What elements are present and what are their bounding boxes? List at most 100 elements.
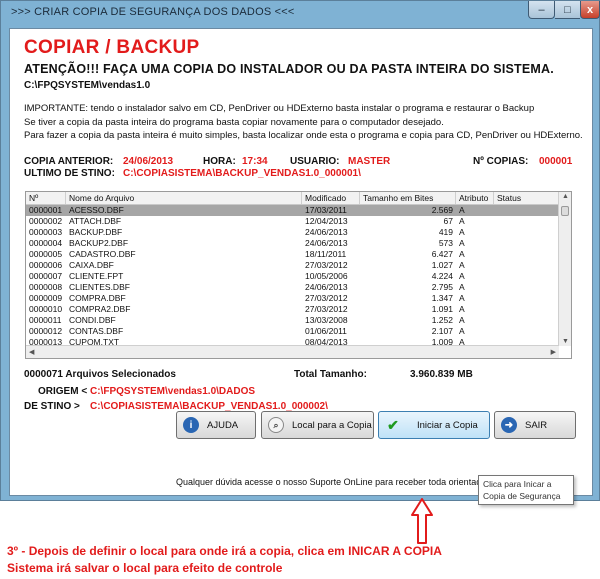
column-number[interactable]: Nº: [26, 192, 66, 204]
maximize-button[interactable]: □: [555, 1, 580, 19]
cell-size: 1.252: [431, 315, 453, 325]
cell-size: 2.795: [431, 282, 453, 292]
cell-attribute: A: [459, 293, 465, 303]
cell-status: [494, 238, 559, 249]
help-button-label: AJUDA: [207, 419, 239, 431]
last-copy-date: 24/06/2013: [123, 156, 174, 167]
info-icon: i: [183, 417, 199, 433]
cell-filename: CADASTRO.DBF: [69, 249, 136, 259]
vertical-scrollbar[interactable]: ▲ ▼: [558, 192, 571, 346]
cell-attribute: A: [459, 260, 465, 270]
cell-attribute: A: [459, 282, 465, 292]
scroll-down-icon[interactable]: ▼: [562, 338, 569, 345]
column-filename[interactable]: Nome do Arquivo: [66, 192, 302, 204]
column-size[interactable]: Tamanho em Bites: [360, 192, 456, 204]
table-row[interactable]: 0000002 ATTACH.DBF 12/04/2013 67 A: [26, 216, 559, 227]
table-row[interactable]: 0000010 COMPRA2.DBF 27/03/2012 1.091 A: [26, 304, 559, 315]
cell-modified: 27/03/2012: [305, 293, 348, 303]
last-copy-time: 17:34: [242, 156, 268, 167]
cell-modified: 01/06/2011: [305, 326, 347, 336]
cell-number: 0000002: [29, 216, 63, 226]
annotation-step-3: 3º - Depois de definir o local para onde…: [7, 544, 442, 558]
scroll-left-icon[interactable]: ◀: [29, 348, 34, 356]
horizontal-scrollbar[interactable]: ◀ ▶: [26, 345, 559, 358]
cell-status: [494, 326, 559, 337]
cell-filename: COMPRA.DBF: [69, 293, 126, 303]
start-copy-button[interactable]: ✔ Iniciar a Copia: [378, 411, 490, 439]
title-bar[interactable]: >>> CRIAR COPIA DE SEGURANÇA DOS DADOS <…: [1, 1, 600, 23]
column-modified[interactable]: Modificado: [302, 192, 360, 204]
cell-attribute: A: [459, 304, 465, 314]
copy-count: 000001: [539, 156, 573, 167]
page-title: COPIAR / BACKUP: [24, 37, 200, 58]
files-table[interactable]: Nº Nome do Arquivo Modificado Tamanho em…: [25, 191, 572, 359]
table-row[interactable]: 0000006 CAIXA.DBF 27/03/2012 1.027 A: [26, 260, 559, 271]
cell-status: [494, 216, 559, 227]
cell-status: [494, 260, 559, 271]
cell-size: 419: [438, 227, 453, 237]
table-row[interactable]: 0000004 BACKUP2.DBF 24/06/2013 573 A: [26, 238, 559, 249]
table-row[interactable]: 0000009 COMPRA.DBF 27/03/2012 1.347 A: [26, 293, 559, 304]
cell-filename: CONDI.DBF: [69, 315, 116, 325]
cell-modified: 10/05/2006: [305, 271, 348, 281]
table-row[interactable]: 0000005 CADASTRO.DBF 18/11/2011 6.427 A: [26, 249, 559, 260]
cell-status: [494, 293, 559, 304]
close-button[interactable]: x: [580, 1, 600, 19]
cell-size: 4.224: [431, 271, 453, 281]
cell-number: 0000006: [29, 260, 63, 270]
origin-label: ORIGEM <: [38, 386, 88, 397]
total-size-label: Total Tamanho:: [294, 369, 367, 380]
scroll-up-icon[interactable]: ▲: [562, 193, 569, 200]
table-row[interactable]: 0000008 CLIENTES.DBF 24/06/2013 2.795 A: [26, 282, 559, 293]
cell-status: [494, 271, 559, 282]
checkmark-icon: ✔: [387, 416, 399, 433]
table-header: Nº Nome do Arquivo Modificado Tamanho em…: [26, 192, 559, 205]
cell-number: 0000005: [29, 249, 63, 259]
cell-size: 1.347: [431, 293, 453, 303]
scroll-thumb[interactable]: [561, 206, 569, 216]
help-button[interactable]: i AJUDA: [176, 411, 256, 439]
table-row[interactable]: 0000012 CONTAS.DBF 01/06/2011 2.107 A: [26, 326, 559, 337]
tooltip-line-1: Clica para Inicar a: [483, 479, 552, 489]
scroll-right-icon[interactable]: ▶: [551, 348, 556, 356]
start-copy-label: Iniciar a Copia: [417, 419, 478, 431]
cell-status: [494, 205, 559, 216]
cell-number: 0000004: [29, 238, 63, 248]
cell-attribute: A: [459, 227, 465, 237]
origin-path: C:\FPQSYSTEM\vendas1.0\DADOS: [90, 386, 256, 397]
last-destination-label: ULTIMO DE STINO:: [24, 168, 115, 179]
warning-text: ATENÇÃO!!! FAÇA UMA COPIA DO INSTALADOR …: [24, 62, 554, 76]
cell-size: 573: [438, 238, 453, 248]
cell-modified: 24/06/2013: [305, 282, 348, 292]
cell-size: 67: [443, 216, 453, 226]
column-attribute[interactable]: Atributo: [456, 192, 494, 204]
last-copy-user: MASTER: [348, 156, 391, 167]
table-row[interactable]: 0000011 CONDI.DBF 13/03/2008 1.252 A: [26, 315, 559, 326]
exit-button[interactable]: ➜ SAIR: [494, 411, 576, 439]
cell-attribute: A: [459, 315, 465, 325]
cell-attribute: A: [459, 326, 465, 336]
cell-filename: CONTAS.DBF: [69, 326, 124, 336]
choose-location-button[interactable]: ⌕ Local para a Copia: [261, 411, 374, 439]
cell-filename: BACKUP.DBF: [69, 227, 123, 237]
cell-filename: CLIENTES.DBF: [69, 282, 130, 292]
info-line-3: Para fazer a copia da pasta inteira é mu…: [24, 130, 583, 141]
table-row[interactable]: 0000007 CLIENTE.FPT 10/05/2006 4.224 A: [26, 271, 559, 282]
cell-modified: 27/03/2012: [305, 260, 348, 270]
minimize-button[interactable]: –: [528, 1, 555, 19]
cell-modified: 24/06/2013: [305, 238, 348, 248]
cell-modified: 12/04/2013: [305, 216, 348, 226]
arrow-right-icon: ➜: [501, 417, 517, 433]
last-destination: C:\COPIASISTEMA\BACKUP_VENDAS1.0_000001\: [123, 168, 361, 179]
table-row[interactable]: 0000003 BACKUP.DBF 24/06/2013 419 A: [26, 227, 559, 238]
cell-modified: 17/03/2011: [305, 205, 347, 215]
cell-status: [494, 249, 559, 260]
cell-status: [494, 282, 559, 293]
cell-size: 6.427: [431, 249, 453, 259]
column-status[interactable]: Status: [494, 192, 559, 204]
table-row[interactable]: 0000001 ACESSO.DBF 17/03/2011 2.569 A: [26, 205, 559, 216]
cell-size: 1.091: [431, 304, 453, 314]
cell-attribute: A: [459, 238, 465, 248]
up-arrow-icon: [411, 498, 433, 544]
cell-modified: 24/06/2013: [305, 227, 348, 237]
